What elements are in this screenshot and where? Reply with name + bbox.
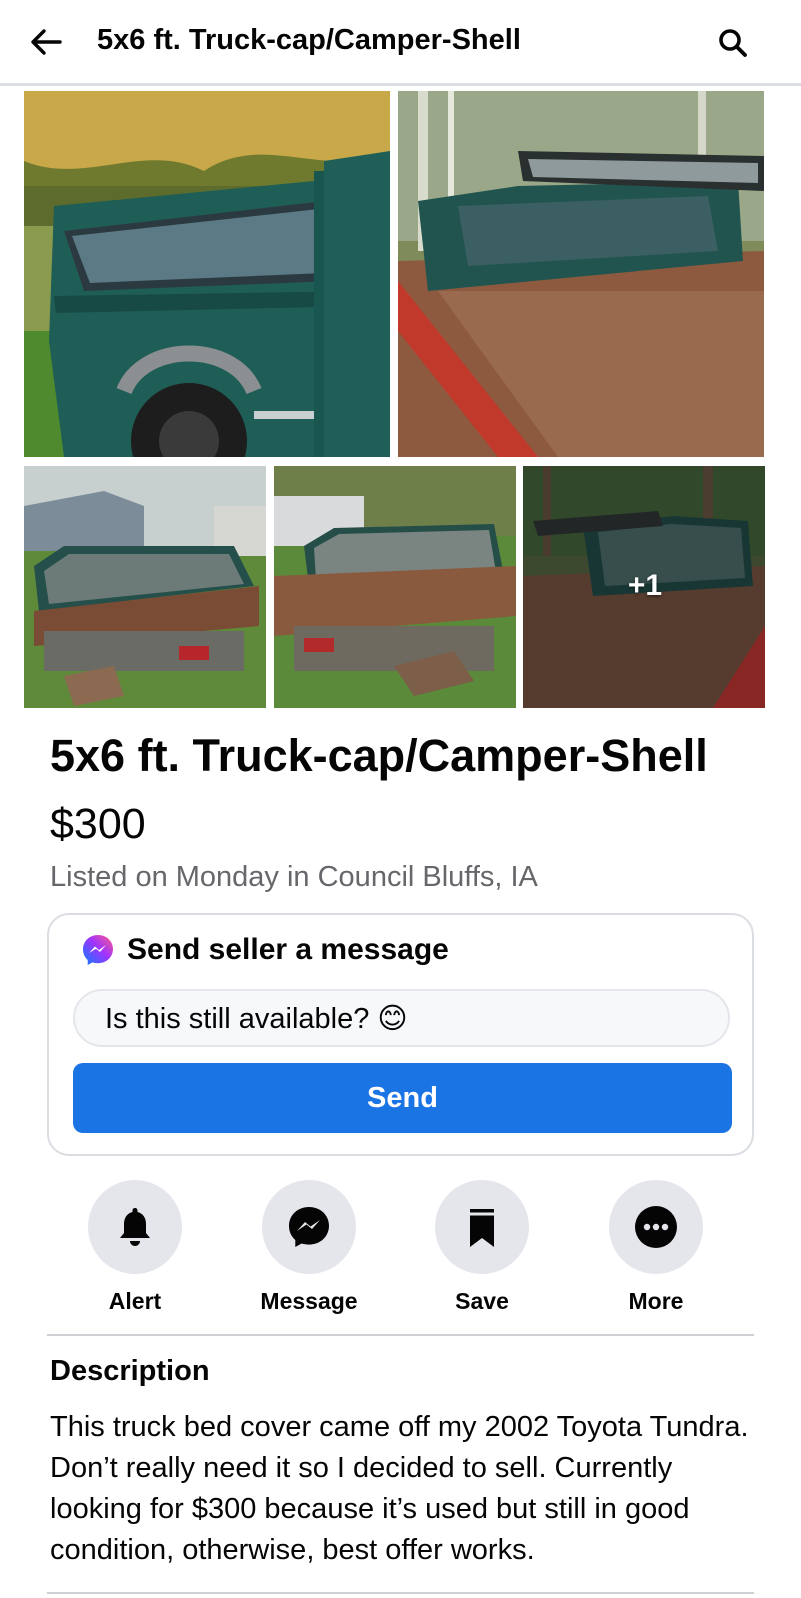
description-heading: Description bbox=[50, 1355, 210, 1387]
listing-title: 5x6 ft. Truck-cap/Camper-Shell bbox=[50, 730, 708, 781]
more-photos-count: +1 bbox=[627, 569, 663, 602]
divider bbox=[47, 1334, 754, 1336]
send-message-heading: Send seller a message bbox=[127, 933, 449, 966]
send-message-card: Send seller a message Send bbox=[47, 913, 754, 1156]
messenger-logo-icon bbox=[83, 935, 113, 965]
alert-label: Alert bbox=[108, 1288, 162, 1314]
top-bar: 5x6 ft. Truck-cap/Camper-Shell bbox=[0, 0, 801, 86]
save-label: Save bbox=[455, 1288, 509, 1314]
more-label: More bbox=[628, 1288, 684, 1314]
search-icon[interactable] bbox=[716, 26, 750, 60]
bookmark-icon bbox=[470, 1209, 494, 1247]
save-button[interactable]: Save bbox=[402, 1180, 562, 1315]
bell-icon bbox=[120, 1208, 150, 1246]
action-row: Alert Message Save More bbox=[0, 1180, 801, 1314]
listing-photo-1[interactable] bbox=[24, 91, 390, 457]
listing-photo-5-more[interactable]: +1 bbox=[523, 466, 765, 708]
listing-photo-2[interactable] bbox=[398, 91, 764, 457]
more-button[interactable]: More bbox=[576, 1180, 736, 1315]
more-icon bbox=[635, 1206, 677, 1248]
description-body: This truck bed cover came off my 2002 To… bbox=[50, 1411, 749, 1566]
message-label: Message bbox=[260, 1288, 358, 1314]
listing-photo-4[interactable] bbox=[274, 466, 516, 708]
alert-button[interactable]: Alert bbox=[55, 1180, 215, 1315]
message-button[interactable]: Message bbox=[229, 1180, 389, 1315]
arrow-left-icon[interactable] bbox=[26, 22, 66, 62]
divider-bottom bbox=[47, 1592, 754, 1594]
listing-price: $300 bbox=[50, 800, 146, 848]
listing-photo-3[interactable] bbox=[24, 466, 266, 708]
message-input[interactable] bbox=[73, 989, 730, 1047]
messenger-icon bbox=[289, 1207, 329, 1247]
header-title: 5x6 ft. Truck-cap/Camper-Shell bbox=[97, 24, 521, 56]
send-button[interactable]: Send bbox=[73, 1063, 732, 1133]
listing-meta: Listed on Monday in Council Bluffs, IA bbox=[50, 861, 538, 893]
send-message-header: Send seller a message bbox=[81, 933, 449, 967]
